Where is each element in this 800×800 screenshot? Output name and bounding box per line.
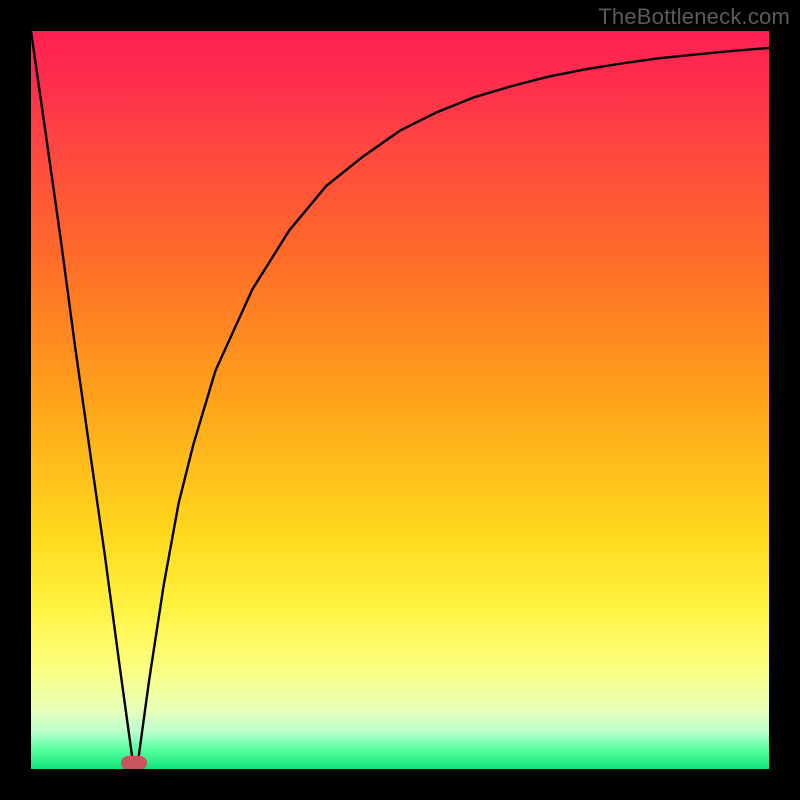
bottleneck-curve-svg xyxy=(31,31,769,769)
chart-frame: TheBottleneck.com xyxy=(0,0,800,800)
bottleneck-curve xyxy=(31,31,769,762)
optimal-point-marker xyxy=(121,756,147,769)
plot-area xyxy=(31,31,769,769)
watermark-text: TheBottleneck.com xyxy=(598,4,790,30)
